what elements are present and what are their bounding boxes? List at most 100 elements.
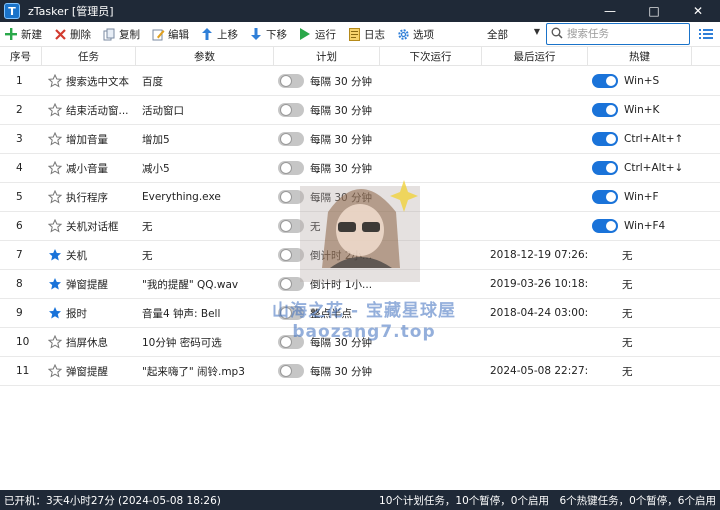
- task-cell: 关机对话框: [42, 212, 136, 240]
- table-row[interactable]: 11 弹窗提醒 "起来嗨了" 闹铃.mp3 每隔 30 分钟 2024-05-08 22…: [0, 357, 720, 386]
- star-icon[interactable]: [48, 74, 62, 88]
- hotkey-toggle[interactable]: [592, 132, 618, 146]
- task-cell: 报时: [42, 299, 136, 327]
- hotkey-toggle[interactable]: [592, 161, 618, 175]
- param-cell: Everything.exe: [142, 191, 221, 203]
- hotkey-cell: 无: [588, 299, 692, 327]
- plan-cell: 倒计时 2小...: [274, 241, 380, 269]
- move-down-button[interactable]: 下移: [245, 23, 291, 45]
- column-header-task[interactable]: 任务: [42, 47, 136, 66]
- window-controls: — □ ✕: [588, 0, 720, 22]
- hotkey-toggle[interactable]: [592, 190, 618, 204]
- copy-label: 复制: [119, 28, 140, 41]
- star-icon[interactable]: [48, 364, 62, 378]
- options-button[interactable]: 选项: [392, 23, 438, 45]
- column-header-plan[interactable]: 计划: [274, 47, 380, 66]
- hotkey-toggle[interactable]: [592, 219, 618, 233]
- hotkey-text: Win+F4: [624, 220, 666, 232]
- plan-toggle[interactable]: [278, 103, 304, 117]
- edit-button[interactable]: 编辑: [147, 23, 193, 45]
- column-header-param[interactable]: 参数: [136, 47, 274, 66]
- table-row[interactable]: 2 结束活动窗... 活动窗口 每隔 30 分钟 Win+K: [0, 96, 720, 125]
- star-icon[interactable]: [48, 103, 62, 117]
- plan-cell: 每隔 30 分钟: [274, 183, 380, 211]
- table-row[interactable]: 6 关机对话框 无 无 Win+F4: [0, 212, 720, 241]
- column-header-filler: [692, 47, 720, 66]
- new-button[interactable]: 新建: [0, 23, 46, 45]
- star-icon[interactable]: [48, 190, 62, 204]
- move-up-button[interactable]: 上移: [196, 23, 242, 45]
- plan-toggle[interactable]: [278, 306, 304, 320]
- column-header-next-run[interactable]: 下次运行: [380, 47, 482, 66]
- star-filled-icon[interactable]: [48, 306, 62, 320]
- table-row[interactable]: 4 减小音量 减小5 每隔 30 分钟 Ctrl+Alt+↓: [0, 154, 720, 183]
- hotkey-text: Ctrl+Alt+↑: [624, 133, 684, 145]
- plan-text: 每隔 30 分钟: [310, 75, 373, 88]
- star-filled-icon[interactable]: [48, 277, 62, 291]
- star-icon[interactable]: [48, 161, 62, 175]
- task-name: 搜索选中文本: [66, 75, 129, 88]
- hotkey-text: 无: [622, 307, 633, 320]
- plan-toggle[interactable]: [278, 74, 304, 88]
- column-header-no[interactable]: 序号: [0, 47, 42, 66]
- hotkey-toggle[interactable]: [592, 74, 618, 88]
- task-cell: 关机: [42, 241, 136, 269]
- plan-toggle[interactable]: [278, 248, 304, 262]
- search-box[interactable]: [546, 23, 690, 45]
- last-run-cell: [482, 67, 588, 95]
- table-row[interactable]: 8 弹窗提醒 "我的提醒" QQ.wav 倒计时 1小... 2019-03-26 10…: [0, 270, 720, 299]
- param-cell: "我的提醒" QQ.wav: [142, 278, 239, 291]
- hotkey-cell: 无: [588, 357, 692, 385]
- close-button[interactable]: ✕: [676, 0, 720, 22]
- log-button[interactable]: 日志: [343, 23, 389, 45]
- plan-cell: 每隔 30 分钟: [274, 96, 380, 124]
- task-name: 挡屏休息: [66, 336, 108, 349]
- table-row[interactable]: 9 报时 音量4 钟声: Bell 整点半点 2018-04-24 03:00:00 无: [0, 299, 720, 328]
- star-icon[interactable]: [48, 335, 62, 349]
- param-cell: 无: [142, 220, 153, 233]
- plan-toggle[interactable]: [278, 364, 304, 378]
- plan-toggle[interactable]: [278, 277, 304, 291]
- param-cell: 增加5: [142, 133, 170, 146]
- copy-button[interactable]: 复制: [98, 23, 144, 45]
- star-icon[interactable]: [48, 219, 62, 233]
- plan-toggle[interactable]: [278, 161, 304, 175]
- row-number: 11: [16, 365, 30, 377]
- maximize-button[interactable]: □: [632, 0, 676, 22]
- hotkey-text: Win+K: [624, 104, 660, 116]
- column-header-hotkey[interactable]: 热键: [588, 47, 692, 66]
- param-cell: 10分钟 密码可选: [142, 336, 222, 349]
- param-cell: 音量4 钟声: Bell: [142, 307, 221, 320]
- run-label: 运行: [315, 28, 336, 41]
- star-filled-icon[interactable]: [48, 248, 62, 262]
- filter-select[interactable]: 全部 ▼: [484, 23, 542, 45]
- plan-cell: 倒计时 1小...: [274, 270, 380, 298]
- edit-icon: [151, 27, 165, 41]
- row-filler: [692, 154, 720, 182]
- plan-cell: 每隔 30 分钟: [274, 328, 380, 356]
- plan-toggle[interactable]: [278, 335, 304, 349]
- delete-button[interactable]: 删除: [49, 23, 95, 45]
- last-run-cell: 2018-12-19 07:26:18: [490, 249, 588, 261]
- star-icon[interactable]: [48, 132, 62, 146]
- table-row[interactable]: 3 增加音量 增加5 每隔 30 分钟 Ctrl+Alt+↑: [0, 125, 720, 154]
- table-row[interactable]: 1 搜索选中文本 百度 每隔 30 分钟 Win+S: [0, 67, 720, 96]
- minimize-button[interactable]: —: [588, 0, 632, 22]
- column-header-last-run[interactable]: 最后运行: [482, 47, 588, 66]
- plan-text: 倒计时 2小...: [310, 249, 373, 262]
- plan-text: 整点半点: [310, 307, 352, 320]
- play-icon: [298, 27, 312, 41]
- last-run-cell: 2024-05-08 22:27:47: [490, 365, 588, 377]
- plan-toggle[interactable]: [278, 190, 304, 204]
- plan-toggle[interactable]: [278, 219, 304, 233]
- plan-toggle[interactable]: [278, 132, 304, 146]
- hotkey-toggle[interactable]: [592, 103, 618, 117]
- table-row[interactable]: 7 关机 无 倒计时 2小... 2018-12-19 07:26:18 无: [0, 241, 720, 270]
- search-input[interactable]: [567, 28, 677, 40]
- table-row[interactable]: 5 执行程序 Everything.exe 每隔 30 分钟 Win+F: [0, 183, 720, 212]
- list-view-button[interactable]: [698, 26, 714, 42]
- table-row[interactable]: 10 挡屏休息 10分钟 密码可选 每隔 30 分钟 无: [0, 328, 720, 357]
- task-cell: 执行程序: [42, 183, 136, 211]
- run-button[interactable]: 运行: [294, 23, 340, 45]
- next-run-cell: [380, 125, 482, 153]
